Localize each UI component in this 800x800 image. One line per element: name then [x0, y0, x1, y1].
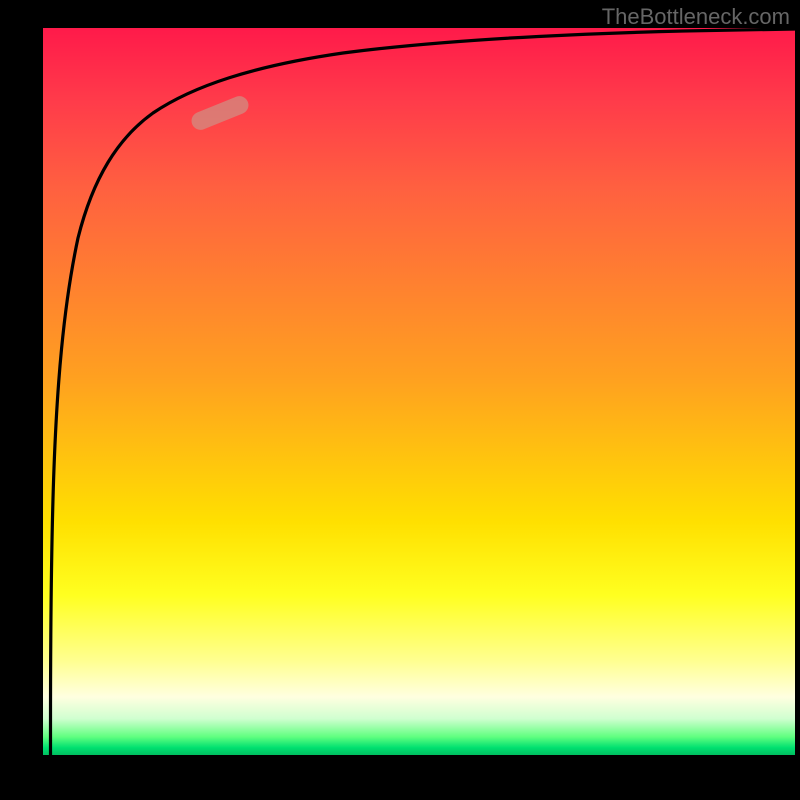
watermark-text: TheBottleneck.com — [602, 4, 790, 30]
curve-svg — [43, 28, 795, 755]
curve-path — [51, 29, 796, 740]
plot-area — [43, 28, 795, 755]
